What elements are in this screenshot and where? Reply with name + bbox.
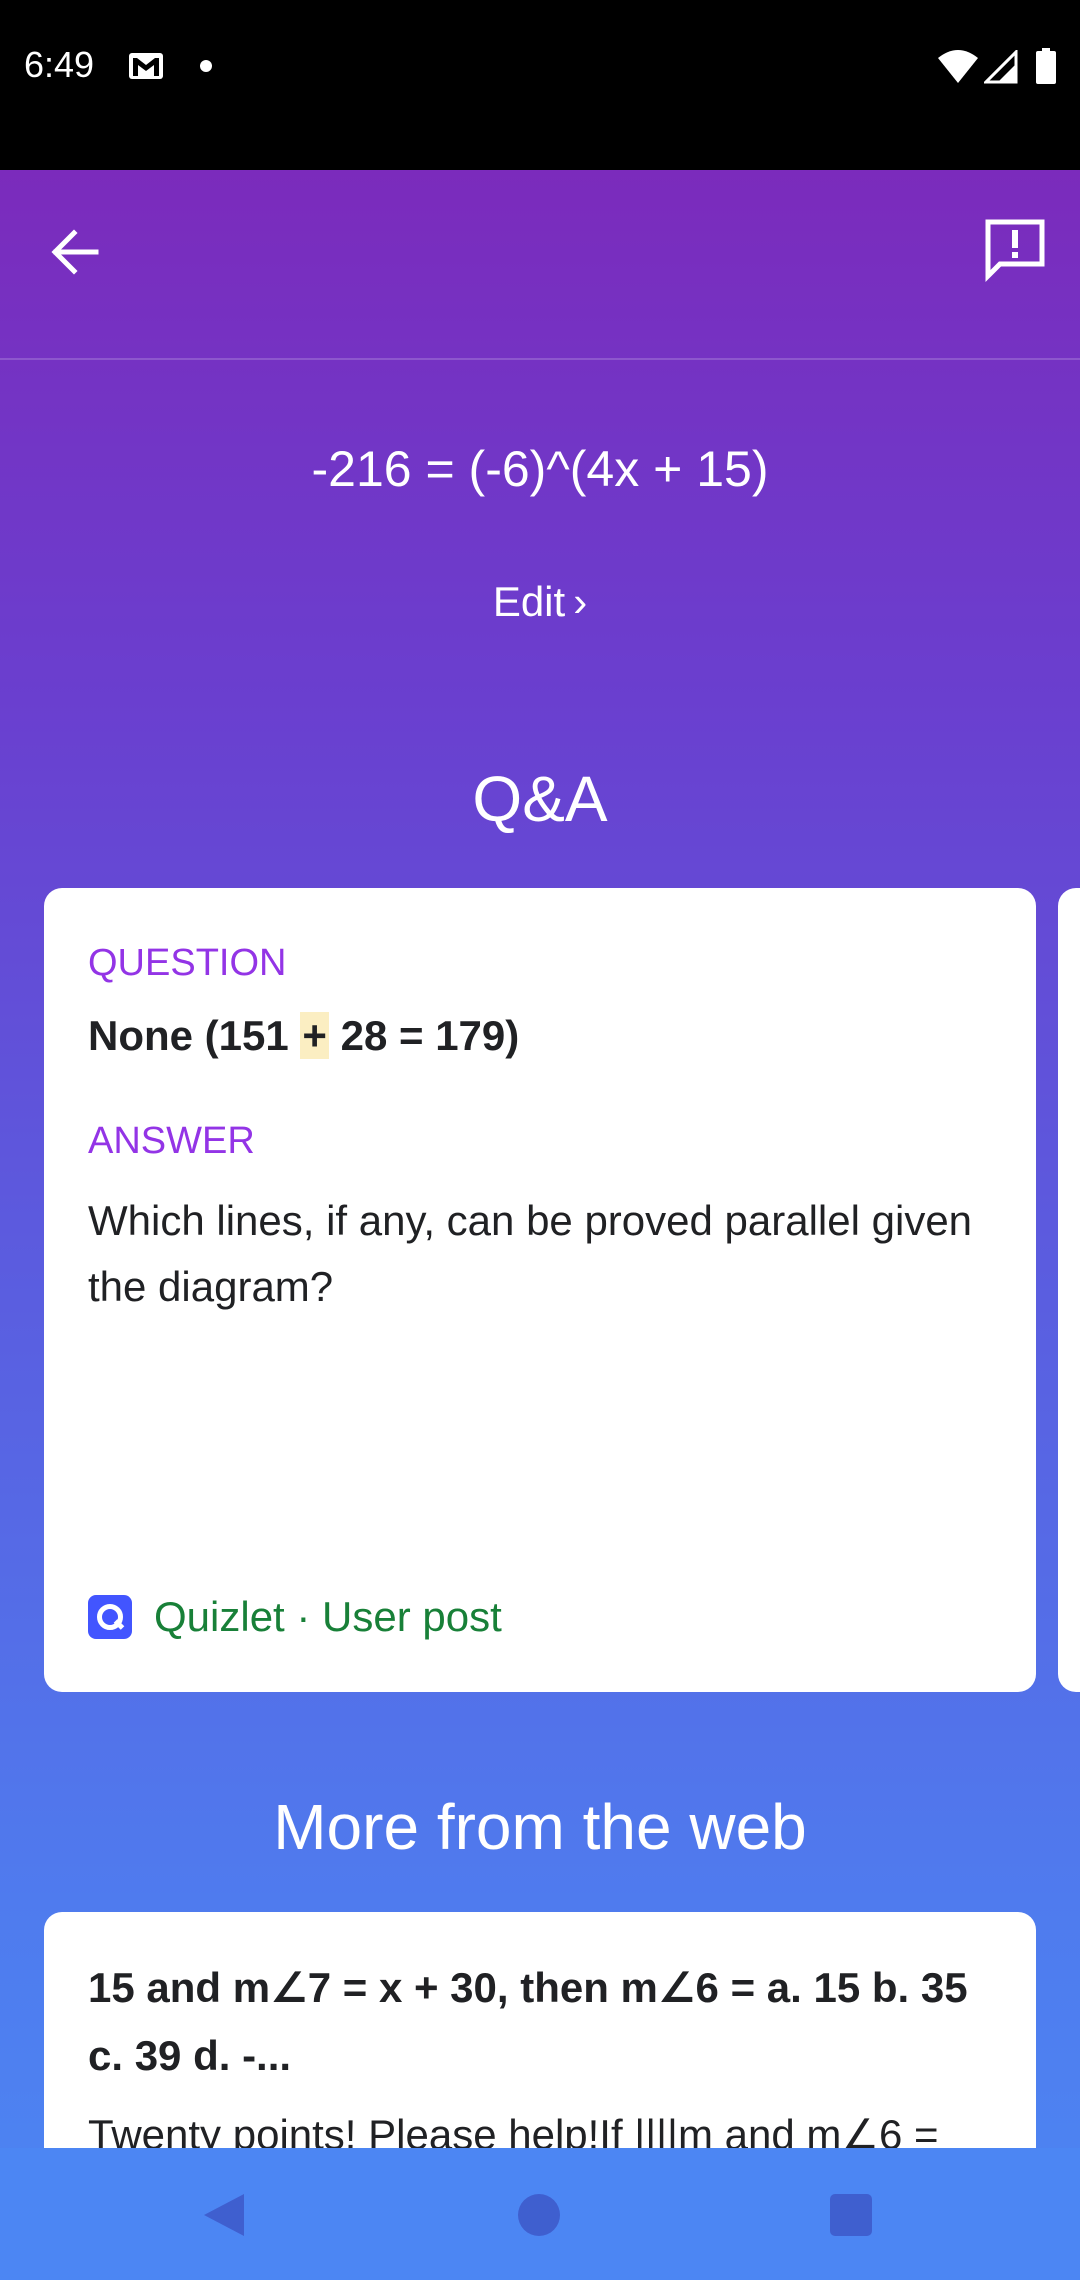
edit-query-link[interactable]: Edit ›	[0, 578, 1080, 626]
screen: 6:49 -216 = (-6)^(4x + 15) Edit › Q&A QU…	[0, 0, 1080, 2280]
signal-icon	[984, 50, 1018, 84]
question-text-start: None (151	[88, 1012, 301, 1059]
source-text: Quizlet · User post	[154, 1593, 502, 1640]
feedback-button[interactable]	[980, 214, 1050, 284]
question-text-end: 28 = 179)	[328, 1012, 520, 1059]
feedback-icon	[985, 219, 1045, 283]
app-bar	[0, 170, 1080, 360]
gmail-icon	[129, 53, 163, 79]
edit-label: Edit	[492, 578, 566, 625]
notification-dot	[200, 60, 212, 72]
status-bar: 6:49	[0, 0, 1080, 170]
battery-icon	[1036, 48, 1056, 84]
answer-text: Which lines, if any, can be proved paral…	[88, 1197, 973, 1310]
arrow-left-icon	[51, 229, 99, 275]
question-highlight: +	[300, 1012, 329, 1059]
quizlet-icon	[88, 1595, 132, 1639]
web-section-title: More from the web	[273, 1791, 807, 1863]
question-label: QUESTION	[88, 942, 287, 984]
wifi-icon	[938, 50, 978, 83]
navigation-bar	[0, 2148, 1080, 2280]
answer-label: ANSWER	[88, 1120, 255, 1162]
chevron-right-icon: ›	[573, 578, 588, 625]
status-time: 6:49	[24, 44, 95, 85]
web-result-title: 15 and m∠7 = x + 30, then m∠6 = a. 15 b.…	[88, 1964, 968, 2079]
query-equation: -216 = (-6)^(4x + 15)	[311, 441, 769, 497]
next-qa-card-peek[interactable]	[1058, 888, 1080, 1692]
nav-home-button[interactable]	[518, 2194, 560, 2236]
question-text: None (151 + 28 = 179)	[88, 1012, 519, 1060]
qa-section-title: Q&A	[472, 763, 608, 835]
back-button[interactable]	[44, 220, 108, 284]
nav-recents-button[interactable]	[830, 2194, 872, 2236]
source-link[interactable]: Quizlet · User post	[88, 1592, 502, 1642]
nav-back-button[interactable]	[202, 2192, 246, 2238]
qa-card[interactable]: QUESTION None (151 + 28 = 179) ANSWER Wh…	[44, 888, 1036, 1692]
